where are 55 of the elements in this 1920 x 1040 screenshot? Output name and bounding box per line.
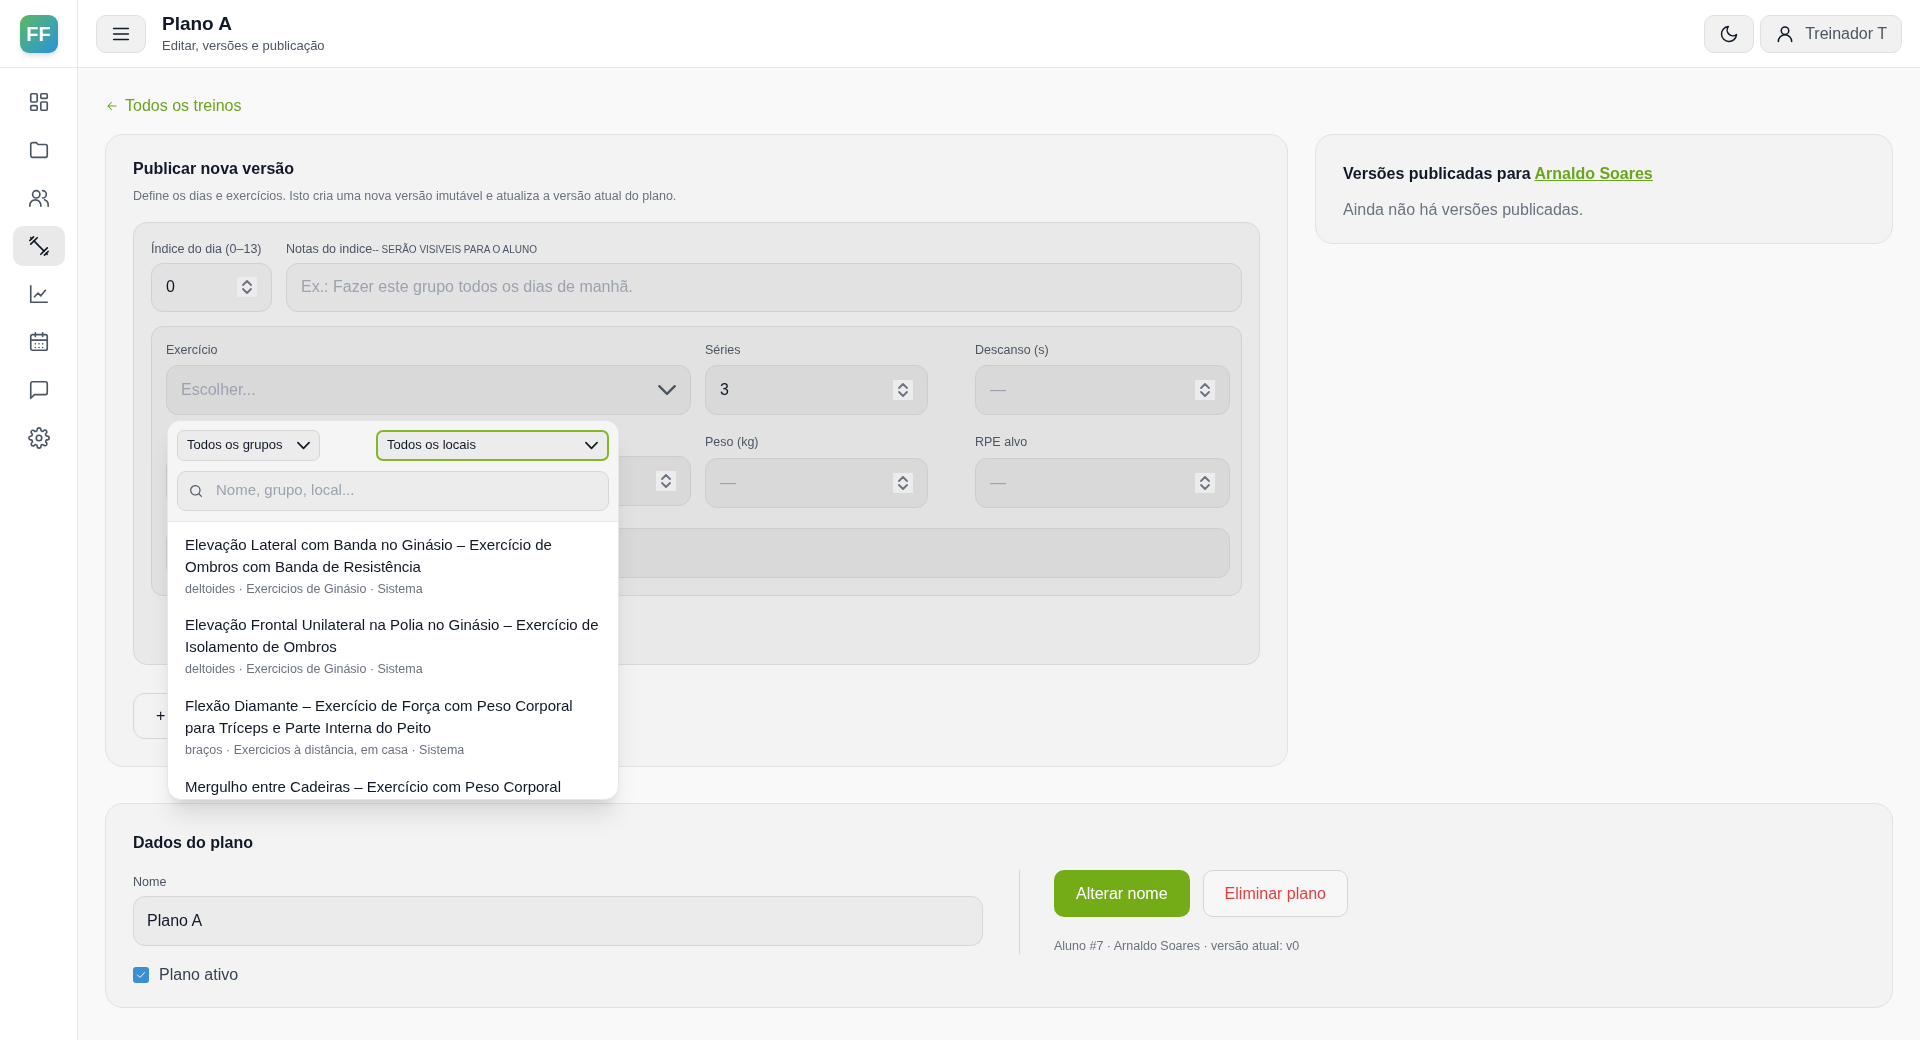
section-description: Define os dias e exercícios. Isto cria uma nova versão imutável e atualiza a versão atual do plano.	[133, 188, 678, 205]
spinner-icon[interactable]	[893, 473, 913, 493]
rename-button[interactable]: Alterar nome	[1054, 870, 1190, 917]
number-field[interactable]: 3	[705, 365, 928, 416]
chat-icon	[27, 379, 50, 401]
exercise-option[interactable]: Mergulho entre Cadeiras – Exercício com Peso Corporal	[185, 775, 601, 798]
page-title: Plano A	[162, 11, 234, 36]
field-label: Peso (kg)	[705, 434, 760, 452]
field-label: RPE alvo	[975, 434, 1029, 452]
active-checkbox[interactable]	[133, 966, 149, 983]
folder-icon	[27, 139, 50, 161]
versions-title: Versões publicadas para Arnaldo Soares	[1343, 164, 1654, 184]
checkbox-label: Plano ativo	[159, 964, 239, 985]
menu-button[interactable]	[96, 14, 146, 53]
moon-icon	[1719, 23, 1740, 44]
day-index-field[interactable]: 0	[151, 262, 272, 312]
section-title: Publicar nova versão	[133, 159, 295, 179]
user-button[interactable]: Treinador T	[1760, 14, 1902, 53]
arrow-left-icon	[105, 99, 119, 113]
field-label: Exercício	[166, 341, 219, 359]
back-link[interactable]: Todos os treinos	[105, 94, 242, 118]
field-label: Notas do indice-- SERÃO VISIVEIS PARA O ALUNO	[286, 240, 539, 258]
delete-button[interactable]: Eliminar plano	[1202, 870, 1348, 917]
spinner-icon[interactable]	[893, 380, 913, 401]
exercise-option[interactable]: Elevação Lateral com Banda no Ginásio – Exercício de Ombros com Banda de Resistência deltoides · Exercicios de Ginásio · Sistema	[185, 533, 601, 599]
empty-message: Ainda não há versões publicadas.	[1343, 200, 1585, 220]
dumbbell-icon	[27, 235, 50, 257]
search-field[interactable]: Nome, grupo, local...	[177, 470, 609, 511]
spinner-icon[interactable]	[1195, 380, 1215, 401]
field-label: Índice do dia (0–13)	[151, 240, 263, 258]
notes-field[interactable]: Ex.: Fazer este grupo todos os dias de manhã.	[286, 262, 1242, 312]
group-filter-select[interactable]: Todos os grupos	[177, 429, 320, 461]
exercise-option[interactable]: Flexão Diamante – Exercício de Força com Peso Corporal para Tríceps e Parte Interna do Peito braços · Exercicios à distância, em casa · Sistema	[185, 695, 601, 760]
location-filter-select[interactable]: Todos os locais	[376, 429, 609, 461]
app-logo[interactable]: FF	[19, 14, 58, 53]
sidebar-item[interactable]	[12, 226, 65, 266]
field-label: Séries	[705, 341, 742, 359]
calendar-icon	[27, 331, 50, 353]
plan-meta: Aluno #7 · Arnaldo Soares · versão atual: v0	[1054, 938, 1301, 955]
spinner-icon[interactable]	[237, 277, 257, 297]
page-subtitle: Editar, versões e publicação	[162, 36, 325, 55]
search-icon	[188, 482, 204, 499]
section-title: Dados do plano	[133, 833, 254, 853]
spinner-icon[interactable]	[656, 471, 676, 492]
line-chart-icon	[27, 283, 50, 305]
spinner-icon[interactable]	[1195, 473, 1215, 493]
field-label: Descanso (s)	[975, 341, 1050, 359]
settings-icon	[27, 427, 50, 449]
grid-icon	[27, 91, 50, 113]
users-icon	[27, 187, 50, 209]
field-label: Nome	[133, 874, 168, 891]
plan-name-field[interactable]: Plano A	[133, 895, 983, 946]
theme-toggle-button[interactable]	[1704, 14, 1755, 53]
exercise-option[interactable]: Elevação Frontal Unilateral na Polia no Ginásio – Exercício de Isolamento de Ombros deltoides · Exercicios de Ginásio · Sistema	[185, 614, 601, 679]
student-link[interactable]: Arnaldo Soares	[1534, 165, 1653, 182]
